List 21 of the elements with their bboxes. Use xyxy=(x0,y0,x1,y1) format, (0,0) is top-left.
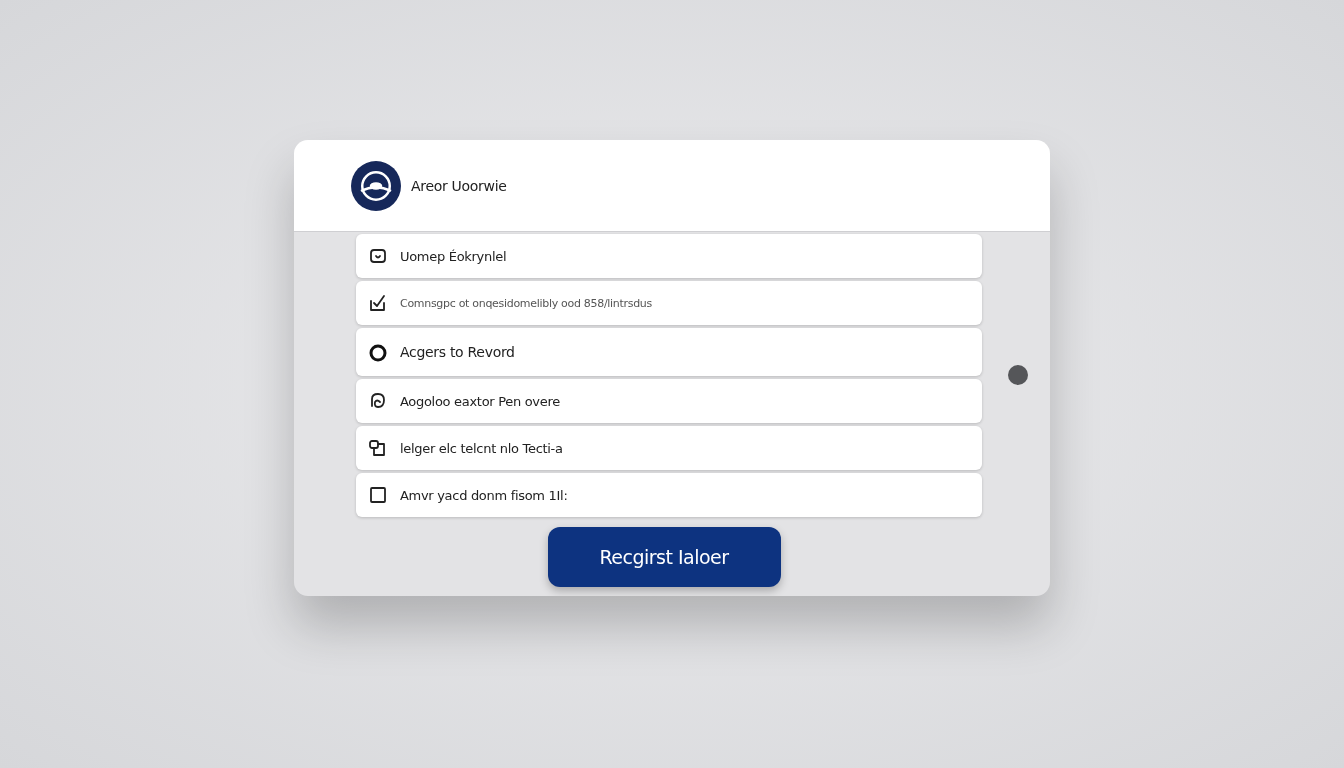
status-dot xyxy=(1008,365,1028,385)
item-label: Aogoloo eaxtor Pen overe xyxy=(400,393,560,409)
item-label: Amvr yacd donm fisom 1Il: xyxy=(400,487,568,503)
list-item[interactable]: Acgers to Revord xyxy=(356,328,982,376)
list-item[interactable]: Uomep Éokrynlel xyxy=(356,234,982,278)
item-label: Uomep Éokrynlel xyxy=(400,248,507,264)
list-item[interactable]: Comnsgpc ot onqesidomelibly ood 858/lintrsdus xyxy=(356,281,982,325)
checkmark-icon xyxy=(368,293,388,313)
list-item[interactable]: Amvr yacd donm fisom 1Il: xyxy=(356,473,982,517)
list-item[interactable]: lelger elc telcnt nlo Tecti-a xyxy=(356,426,982,470)
ring-icon xyxy=(368,342,388,362)
item-label: lelger elc telcnt nlo Tecti-a xyxy=(400,440,563,456)
item-label: Acgers to Revord xyxy=(400,344,515,360)
list-item[interactable]: Aogoloo eaxtor Pen overe xyxy=(356,379,982,423)
checkbox-icon xyxy=(368,485,388,505)
frame-icon xyxy=(368,246,388,266)
register-button[interactable]: Recgirst Ialoer xyxy=(547,527,781,587)
swirl-icon xyxy=(368,391,388,411)
item-label: Comnsgpc ot onqesidomelibly ood 858/lintrsdus xyxy=(400,296,652,310)
header-title: Areor Uoorwie xyxy=(411,177,507,194)
logo-icon xyxy=(351,160,401,211)
